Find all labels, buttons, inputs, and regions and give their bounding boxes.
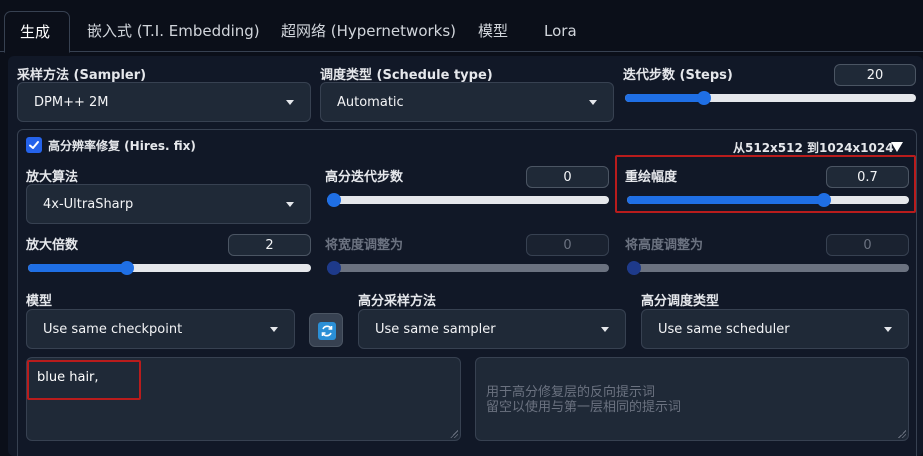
chevron-down-icon	[286, 202, 294, 207]
checkpoint-value: Use same checkpoint	[43, 321, 183, 337]
resize-width-slider-thumb[interactable]	[327, 261, 341, 275]
sampler-dropdown[interactable]: DPM++ 2M	[17, 82, 311, 122]
chevron-down-icon	[286, 100, 294, 105]
hires-negative-prompt-textarea[interactable]: 用于高分修复层的反向提示词 留空以使用与第一层相同的提示词	[475, 357, 909, 441]
resize-height-slider[interactable]	[627, 261, 909, 275]
hires-fix-label: 高分辨率修复 (Hires. fix)	[48, 139, 196, 153]
upscale-by-slider[interactable]	[28, 261, 311, 275]
resize-width-label: 将宽度调整为	[325, 238, 404, 253]
upscale-by-slider-fill	[28, 264, 128, 272]
hires-sampler-dropdown[interactable]: Use same sampler	[358, 309, 626, 349]
tab-label: Lora	[544, 22, 577, 40]
negative-prompt-placeholder: 用于高分修复层的反向提示词 留空以使用与第一层相同的提示词	[486, 385, 682, 415]
resize-height-input[interactable]: 0	[826, 234, 909, 256]
upscaler-label: 放大算法	[26, 170, 79, 185]
tab-label: 生成	[20, 23, 51, 41]
tab-lora[interactable]: Lora	[544, 11, 577, 52]
hires-fix-checkbox[interactable]	[26, 137, 42, 153]
upscale-by-slider-thumb[interactable]	[120, 261, 135, 275]
tab-label: 超网络 (Hypernetworks)	[281, 22, 457, 40]
resize-grip-icon[interactable]	[898, 430, 906, 438]
chevron-down-icon	[601, 327, 609, 332]
checkmark-icon	[29, 141, 39, 149]
hires-sampler-label: 高分采样方法	[358, 294, 437, 309]
upscale-by-input[interactable]: 2	[228, 234, 311, 256]
collapse-triangle-icon[interactable]	[891, 142, 903, 152]
steps-input[interactable]: 20	[834, 64, 916, 86]
resolution-note: 从512x512 到1024x1024	[733, 141, 894, 155]
steps-slider[interactable]	[625, 91, 916, 105]
hires-steps-slider[interactable]	[327, 193, 609, 207]
steps-slider-fill	[625, 94, 704, 102]
steps-slider-thumb[interactable]	[696, 91, 711, 105]
hires-scheduler-value: Use same scheduler	[658, 321, 790, 337]
hires-steps-input[interactable]: 0	[526, 166, 609, 188]
hires-sampler-value: Use same sampler	[375, 321, 496, 337]
upscaler-dropdown[interactable]: 4x-UltraSharp	[26, 184, 311, 224]
tab-generate[interactable]: 生成	[4, 11, 70, 53]
resize-height-slider-thumb[interactable]	[627, 261, 641, 275]
tab-models[interactable]: 模型	[478, 11, 508, 52]
resize-grip-icon[interactable]	[450, 430, 458, 438]
hires-scheduler-dropdown[interactable]: Use same scheduler	[641, 309, 909, 349]
hires-steps-slider-thumb[interactable]	[327, 193, 341, 207]
schedule-value: Automatic	[337, 94, 404, 110]
hires-steps-label: 高分迭代步数	[325, 170, 404, 185]
resize-height-label: 将高度调整为	[625, 238, 704, 253]
tab-label: 模型	[478, 22, 509, 40]
upscaler-value: 4x-UltraSharp	[43, 196, 134, 212]
steps-label: 迭代步数 (Steps)	[623, 68, 733, 83]
tab-label: 嵌入式 (T.I. Embedding)	[87, 22, 260, 40]
schedule-label: 调度类型 (Schedule type)	[320, 68, 493, 83]
upscale-by-label: 放大倍数	[26, 238, 79, 253]
refresh-icon	[318, 322, 336, 340]
checkpoint-label: 模型	[26, 294, 53, 309]
denoise-highlight-box	[615, 155, 916, 213]
checkpoint-dropdown[interactable]: Use same checkpoint	[26, 309, 295, 349]
hires-scheduler-label: 高分调度类型	[641, 294, 720, 309]
prompt-highlight-box	[27, 360, 141, 400]
sampler-label: 采样方法 (Sampler)	[17, 68, 147, 83]
resize-width-input[interactable]: 0	[526, 234, 609, 256]
tab-textual-inversion[interactable]: 嵌入式 (T.I. Embedding)	[87, 11, 260, 52]
refresh-button[interactable]	[309, 313, 343, 347]
sampler-value: DPM++ 2M	[34, 94, 109, 110]
chevron-down-icon	[884, 327, 892, 332]
chevron-down-icon	[589, 100, 597, 105]
resize-width-slider[interactable]	[327, 261, 609, 275]
schedule-dropdown[interactable]: Automatic	[320, 82, 614, 122]
chevron-down-icon	[270, 327, 278, 332]
tab-hypernetworks[interactable]: 超网络 (Hypernetworks)	[281, 11, 456, 52]
